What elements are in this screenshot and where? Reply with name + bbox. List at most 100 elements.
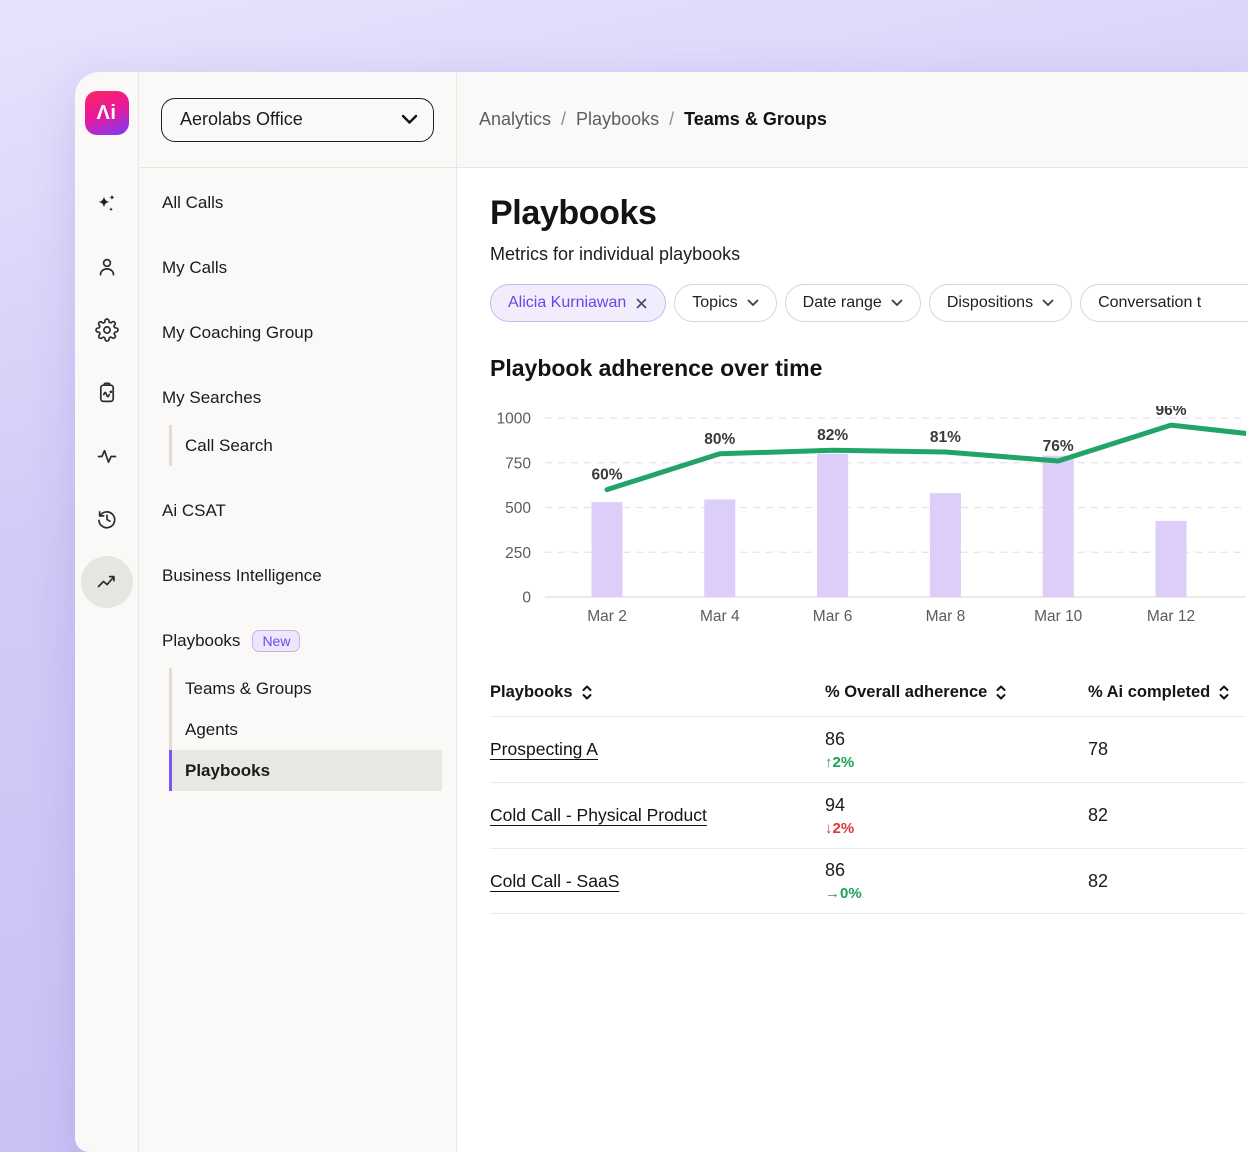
playbooks-subgroup: Teams & Groups Agents Playbooks xyxy=(169,668,442,791)
playbook-link[interactable]: Cold Call - SaaS xyxy=(490,871,619,891)
filter-chip-label: Alicia Kurniawan xyxy=(508,294,626,312)
sidebar-item-label: My Calls xyxy=(162,258,227,278)
breadcrumb-analytics[interactable]: Analytics xyxy=(479,109,551,130)
sidebar-item-label: Call Search xyxy=(185,436,273,456)
svg-text:0: 0 xyxy=(522,590,531,607)
sort-icon[interactable] xyxy=(994,684,1008,701)
table-row: Prospecting A 86 ↑2% 78 xyxy=(490,716,1246,782)
rail-item-assistant[interactable] xyxy=(81,178,133,230)
sidebar-item-label: Agents xyxy=(185,720,238,740)
breadcrumb-separator: / xyxy=(561,109,566,130)
sidebar-item-all-calls[interactable]: All Calls xyxy=(162,182,456,224)
filter-chip-label: Topics xyxy=(692,294,737,312)
breadcrumb-playbooks[interactable]: Playbooks xyxy=(576,109,659,130)
breadcrumb-current: Teams & Groups xyxy=(684,109,827,130)
close-icon[interactable] xyxy=(635,297,648,310)
sort-icon[interactable] xyxy=(1217,684,1231,701)
playbooks-clipboard-icon xyxy=(95,381,119,405)
column-header-overall-adherence: % Overall adherence xyxy=(825,683,1088,702)
gear-icon xyxy=(95,318,119,342)
svg-text:500: 500 xyxy=(505,500,531,517)
table-row: Cold Call - SaaS 86 →0% 82 xyxy=(490,848,1246,914)
sidebar-item-label: My Coaching Group xyxy=(162,323,313,343)
rail-items xyxy=(81,178,133,619)
sidebar-item-ai-csat[interactable]: Ai CSAT xyxy=(162,490,456,532)
filter-bar: Alicia Kurniawan Topics Date range xyxy=(490,284,1248,322)
svg-text:250: 250 xyxy=(505,545,531,562)
rail-item-settings[interactable] xyxy=(81,304,133,356)
overall-adherence-value: 86 xyxy=(825,860,845,880)
chevron-down-icon xyxy=(891,299,903,307)
sparkles-icon xyxy=(95,192,119,216)
history-icon xyxy=(95,507,119,531)
page-title: Playbooks xyxy=(490,194,1248,233)
table-header-row: Playbooks % Overall adherence % Ai compl… xyxy=(490,668,1246,716)
adherence-chart-svg: 02505007501000Mar 2Mar 4Mar 6Mar 8Mar 10… xyxy=(490,406,1246,644)
app-window: Λi xyxy=(75,72,1248,1152)
my-searches-subgroup: Call Search xyxy=(169,425,442,466)
overall-adherence-value: 94 xyxy=(825,795,845,815)
workspace-selector-label: Aerolabs Office xyxy=(180,109,303,130)
sidebar-item-business-intelligence[interactable]: Business Intelligence xyxy=(162,555,456,597)
table-row: Cold Call - Physical Product 94 ↓2% 82 xyxy=(490,782,1246,848)
playbook-link[interactable]: Cold Call - Physical Product xyxy=(490,805,707,825)
sidebar-item-label: Business Intelligence xyxy=(162,566,322,586)
svg-text:Mar 10: Mar 10 xyxy=(1034,608,1083,625)
svg-text:750: 750 xyxy=(505,455,531,472)
filter-chip-conversation-type[interactable]: Conversation t xyxy=(1080,284,1248,322)
sidebar-item-my-searches[interactable]: My Searches xyxy=(162,377,456,419)
icon-rail: Λi xyxy=(75,72,139,1152)
rail-item-activity[interactable] xyxy=(81,430,133,482)
rail-item-playbooks[interactable] xyxy=(81,367,133,419)
filter-chip-topics[interactable]: Topics xyxy=(674,284,776,322)
sidebar-item-playbooks[interactable]: Playbooks New xyxy=(162,620,456,662)
ai-completed-value: 82 xyxy=(1088,871,1108,891)
chevron-down-icon xyxy=(401,114,418,125)
app-logo[interactable]: Λi xyxy=(85,91,129,135)
main-panel: Analytics / Playbooks / Teams & Groups P… xyxy=(457,72,1248,1152)
svg-text:Mar 6: Mar 6 xyxy=(813,608,853,625)
breadcrumb: Analytics / Playbooks / Teams & Groups xyxy=(457,72,1248,168)
svg-text:96%: 96% xyxy=(1155,406,1186,419)
workspace-selector[interactable]: Aerolabs Office xyxy=(161,98,434,142)
column-header-ai-completed: % Ai completed xyxy=(1088,683,1246,702)
sidebar-item-agents[interactable]: Agents xyxy=(172,709,442,750)
sidebar: Aerolabs Office All Calls My Calls My Co… xyxy=(139,72,457,1152)
sidebar-item-my-calls[interactable]: My Calls xyxy=(162,247,456,289)
filter-chip-dispositions[interactable]: Dispositions xyxy=(929,284,1072,322)
svg-text:82%: 82% xyxy=(817,427,848,444)
chart-title: Playbook adherence over time xyxy=(490,355,1248,382)
filter-chip-alicia-kurniawan[interactable]: Alicia Kurniawan xyxy=(490,284,666,322)
sidebar-item-label: Playbooks xyxy=(162,631,240,651)
sidebar-nav: All Calls My Calls My Coaching Group My … xyxy=(139,168,456,819)
svg-text:Mar 4: Mar 4 xyxy=(700,608,740,625)
sidebar-item-my-coaching-group[interactable]: My Coaching Group xyxy=(162,312,456,354)
rail-item-analytics[interactable] xyxy=(81,556,133,608)
svg-text:81%: 81% xyxy=(930,429,961,446)
rail-item-profile[interactable] xyxy=(81,241,133,293)
sidebar-item-call-search[interactable]: Call Search xyxy=(172,425,442,466)
chevron-down-icon xyxy=(747,299,759,307)
trending-up-icon xyxy=(95,570,119,594)
rail-item-history[interactable] xyxy=(81,493,133,545)
chevron-down-icon xyxy=(1042,299,1054,307)
trend-indicator: ↓2% xyxy=(825,820,1088,837)
overall-adherence-value: 86 xyxy=(825,729,845,749)
sidebar-header: Aerolabs Office xyxy=(139,72,456,168)
playbooks-table: Playbooks % Overall adherence % Ai compl… xyxy=(490,668,1246,914)
sidebar-item-label: My Searches xyxy=(162,388,261,408)
filter-chip-label: Date range xyxy=(803,294,882,312)
sidebar-item-teams-groups[interactable]: Teams & Groups xyxy=(172,668,442,709)
trend-indicator: →0% xyxy=(825,885,1088,902)
svg-text:Mar 12: Mar 12 xyxy=(1147,608,1195,625)
filter-chip-label: Conversation t xyxy=(1098,294,1201,312)
sidebar-item-playbooks-report[interactable]: Playbooks xyxy=(169,750,442,791)
filter-chip-date-range[interactable]: Date range xyxy=(785,284,921,322)
breadcrumb-separator: / xyxy=(669,109,674,130)
playbook-link[interactable]: Prospecting A xyxy=(490,739,598,759)
svg-text:76%: 76% xyxy=(1043,438,1074,455)
sort-icon[interactable] xyxy=(580,684,594,701)
svg-text:Mar 2: Mar 2 xyxy=(587,608,627,625)
adherence-chart: 02505007501000Mar 2Mar 4Mar 6Mar 8Mar 10… xyxy=(490,406,1246,644)
trend-indicator: ↑2% xyxy=(825,754,1088,771)
